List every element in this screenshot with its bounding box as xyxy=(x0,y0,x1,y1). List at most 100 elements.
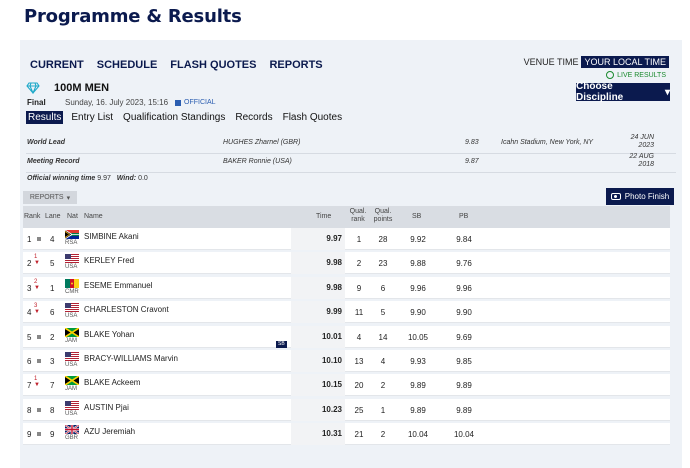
wind-value: 0.0 xyxy=(138,175,148,182)
result-pb: 9.69 xyxy=(456,332,472,342)
th-sb[interactable]: SB xyxy=(412,213,421,221)
rank-unchanged-icon xyxy=(37,432,41,437)
result-rank: 4 xyxy=(27,308,32,318)
flag-usa-icon xyxy=(65,352,79,361)
nav-reports[interactable]: REPORTS xyxy=(269,59,322,71)
table-row[interactable]: 7 1 ▼ 7 JAM BLAKE Ackeem 10.15 20 2 9.89 9.89 xyxy=(23,374,670,397)
th-nat[interactable]: Nat xyxy=(67,213,78,221)
record-mark: 9.83 xyxy=(465,139,479,146)
rank-unchanged-icon xyxy=(37,334,41,339)
result-athlete-name[interactable]: AUSTIN Pjai xyxy=(84,403,129,412)
event-tabs: Results Entry List Qualification Standin… xyxy=(26,111,344,124)
event-name: 100M MEN xyxy=(54,82,110,94)
rank-unchanged-icon xyxy=(37,237,41,241)
result-qual-rank: 20 xyxy=(354,381,364,391)
result-time: 10.01 xyxy=(321,331,342,341)
result-sb: 9.92 xyxy=(410,235,426,244)
th-qual-rank[interactable]: Qual. rank xyxy=(348,208,368,224)
th-lane[interactable]: Lane xyxy=(45,213,61,221)
time-toggle: VENUE TIME YOUR LOCAL TIME xyxy=(524,56,669,68)
result-sb: 9.88 xyxy=(410,259,426,269)
record-type: Meeting Record xyxy=(27,158,80,165)
choose-discipline-button[interactable]: Choose Discipline ▾ xyxy=(576,81,670,103)
reports-label: REPORTS xyxy=(29,194,64,201)
th-name[interactable]: Name xyxy=(84,213,103,221)
result-lane: 1 xyxy=(50,283,55,293)
table-row[interactable]: 2 1 ▼ 5 USA KERLEY Fred 9.98 2 23 9.88 9.76 xyxy=(23,252,670,275)
record-type: World Lead xyxy=(27,139,65,146)
live-results-link[interactable]: LIVE RESULTS xyxy=(606,71,666,79)
table-row[interactable]: 5 2 JAM BLAKE Yohan SB 10.01 4 14 10.05 9.69 xyxy=(23,325,670,348)
th-qual-points[interactable]: Qual. points xyxy=(372,208,394,224)
result-lane: 6 xyxy=(50,308,55,318)
result-athlete-name[interactable]: BLAKE Yohan xyxy=(84,330,134,339)
record-athlete: BAKER Ronnie (USA) xyxy=(223,158,292,165)
result-time: 9.98 xyxy=(326,258,342,268)
result-pb: 9.90 xyxy=(456,308,472,318)
result-nat: CMR xyxy=(65,288,79,295)
rank-down-arrow-icon: ▼ xyxy=(34,382,40,389)
season-best-badge: SB xyxy=(276,340,287,348)
rank-unchanged-icon xyxy=(37,359,41,363)
result-athlete-name[interactable]: BLAKE Ackeem xyxy=(84,378,140,387)
record-date-day: 22 AUG xyxy=(629,153,654,160)
flag-gbr-icon xyxy=(64,424,80,435)
result-nat: USA xyxy=(65,264,78,271)
result-athlete-name[interactable]: ESEME Emmanuel xyxy=(84,281,152,290)
record-date: 24 JUN 2023 xyxy=(624,134,654,150)
wind-label: Wind: xyxy=(116,175,137,182)
table-row[interactable]: 1 4 RSA SIMBINE Akani 9.97 1 28 9.92 9.84 xyxy=(23,228,670,250)
table-row[interactable]: 8 8 USA AUSTIN Pjai 10.23 25 1 9.89 9.89 xyxy=(23,398,670,421)
result-athlete-name[interactable]: BRACY-WILLIAMS Marvin xyxy=(84,354,178,363)
photo-finish-label: Photo Finish xyxy=(624,192,670,201)
nav-schedule[interactable]: SCHEDULE xyxy=(97,59,158,71)
record-date-day: 24 JUN xyxy=(630,134,654,141)
reports-dropdown[interactable]: REPORTS ▾ xyxy=(23,191,77,204)
flag-jam-icon xyxy=(64,375,80,387)
result-qual-points: 2 xyxy=(380,430,386,440)
result-time-cell: 9.98 xyxy=(291,252,345,275)
photo-finish-button[interactable]: Photo Finish xyxy=(606,188,674,205)
result-time: 9.97 xyxy=(326,234,342,243)
nav-flash-quotes[interactable]: FLASH QUOTES xyxy=(170,59,256,71)
table-row[interactable]: 9 9 GBR AZU Jeremiah 10.31 21 2 10.04 10.04 xyxy=(23,423,670,446)
result-lane: 4 xyxy=(50,235,55,244)
event-header: 100M MEN xyxy=(26,82,109,94)
result-lane: 7 xyxy=(50,381,55,391)
nav-current[interactable]: CURRENT xyxy=(30,59,84,71)
rank-change: 1 ▼ xyxy=(34,254,40,266)
result-athlete-name[interactable]: CHARLESTON Cravont xyxy=(84,305,169,314)
result-qual-points: 5 xyxy=(380,308,386,318)
result-athlete-name[interactable]: KERLEY Fred xyxy=(84,256,134,265)
venue-time-option[interactable]: VENUE TIME xyxy=(524,57,579,67)
result-sb: 9.89 xyxy=(410,381,426,391)
tab-results[interactable]: Results xyxy=(26,111,64,124)
result-nat: USA xyxy=(65,410,78,417)
result-time-cell: 9.97 xyxy=(291,228,345,250)
table-row[interactable]: 4 3 ▼ 6 USA CHARLESTON Cravont 9.99 11 5 9.90 9.90 xyxy=(23,301,670,324)
diamond-icon xyxy=(26,82,40,94)
tab-records[interactable]: Records xyxy=(233,111,274,124)
result-pb: 9.76 xyxy=(456,259,472,269)
table-row[interactable]: 6 3 USA BRACY-WILLIAMS Marvin 10.10 13 4 9.93 9.… xyxy=(23,350,670,372)
table-row[interactable]: 3 2 ▼ 1 CMR ESEME Emmanuel 9.98 9 6 9.96 9.96 xyxy=(23,276,670,299)
th-rank[interactable]: Rank xyxy=(24,213,40,221)
result-athlete-name[interactable]: AZU Jeremiah xyxy=(84,427,135,436)
result-time-cell: 10.01 xyxy=(291,325,345,348)
th-time[interactable]: Time xyxy=(316,213,331,221)
local-time-option[interactable]: YOUR LOCAL TIME xyxy=(581,56,669,68)
th-pb[interactable]: PB xyxy=(459,213,468,221)
rank-down-arrow-icon: ▼ xyxy=(34,260,40,267)
choose-discipline-label: Choose Discipline xyxy=(576,81,624,103)
result-time-cell: 10.31 xyxy=(291,423,345,446)
tab-flash-quotes[interactable]: Flash Quotes xyxy=(281,111,344,124)
tab-qualification-standings[interactable]: Qualification Standings xyxy=(121,111,227,124)
result-qual-points: 23 xyxy=(378,259,388,269)
result-athlete-name[interactable]: SIMBINE Akani xyxy=(84,232,139,241)
result-rank: 5 xyxy=(27,332,32,342)
camera-icon xyxy=(610,193,621,200)
result-lane: 2 xyxy=(50,332,55,342)
result-rank: 3 xyxy=(27,283,32,293)
caret-down-icon: ▾ xyxy=(664,86,670,98)
tab-entry-list[interactable]: Entry List xyxy=(69,111,115,124)
